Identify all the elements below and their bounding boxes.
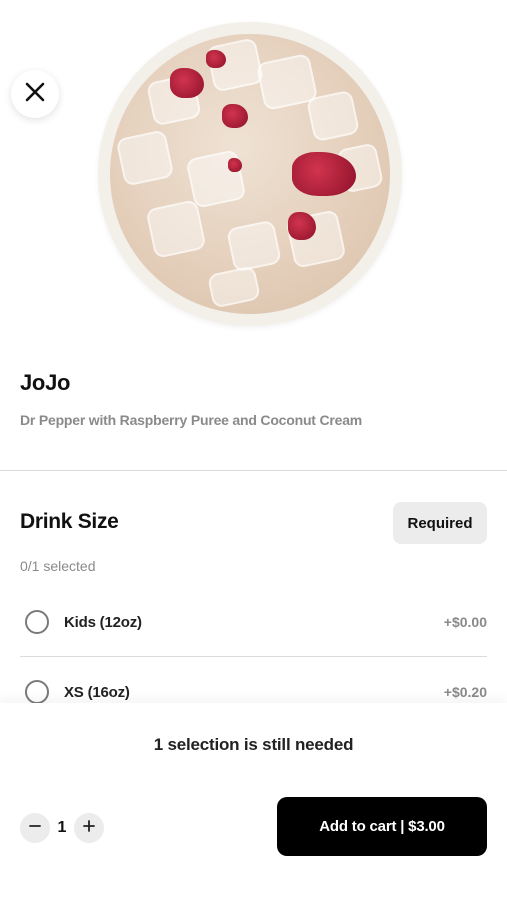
radio-button[interactable] [25, 610, 49, 634]
radio-button[interactable] [25, 680, 49, 704]
option-divider [20, 656, 487, 657]
drink-image [110, 34, 390, 314]
increase-quantity-button[interactable] [74, 813, 104, 843]
quantity-value: 1 [57, 819, 67, 836]
add-to-cart-button[interactable]: Add to cart | $3.00 [277, 797, 487, 856]
option-label: XS (16oz) [64, 683, 130, 701]
drink-size-title: Drink Size [20, 510, 119, 533]
selection-count: 0/1 selected [20, 558, 96, 574]
decrease-quantity-button[interactable] [20, 813, 50, 843]
option-price: +$0.00 [443, 614, 487, 630]
plus-icon [82, 819, 96, 838]
cart-footer: 1 selection is still needed 1 Add to car… [0, 703, 507, 900]
option-price: +$0.20 [443, 684, 487, 700]
close-button[interactable] [11, 70, 59, 118]
required-badge: Required [393, 502, 487, 544]
option-label: Kids (12oz) [64, 613, 142, 631]
product-description: Dr Pepper with Raspberry Puree and Cocon… [20, 412, 363, 428]
product-image-area [0, 0, 507, 340]
quantity-stepper: 1 [20, 813, 104, 843]
product-title: JoJo [20, 370, 71, 395]
section-divider [0, 470, 507, 471]
minus-icon [28, 819, 42, 838]
size-option-kids[interactable]: Kids (12oz) +$0.00 [20, 597, 487, 647]
selection-notice: 1 selection is still needed [153, 735, 354, 754]
close-icon [23, 80, 47, 109]
